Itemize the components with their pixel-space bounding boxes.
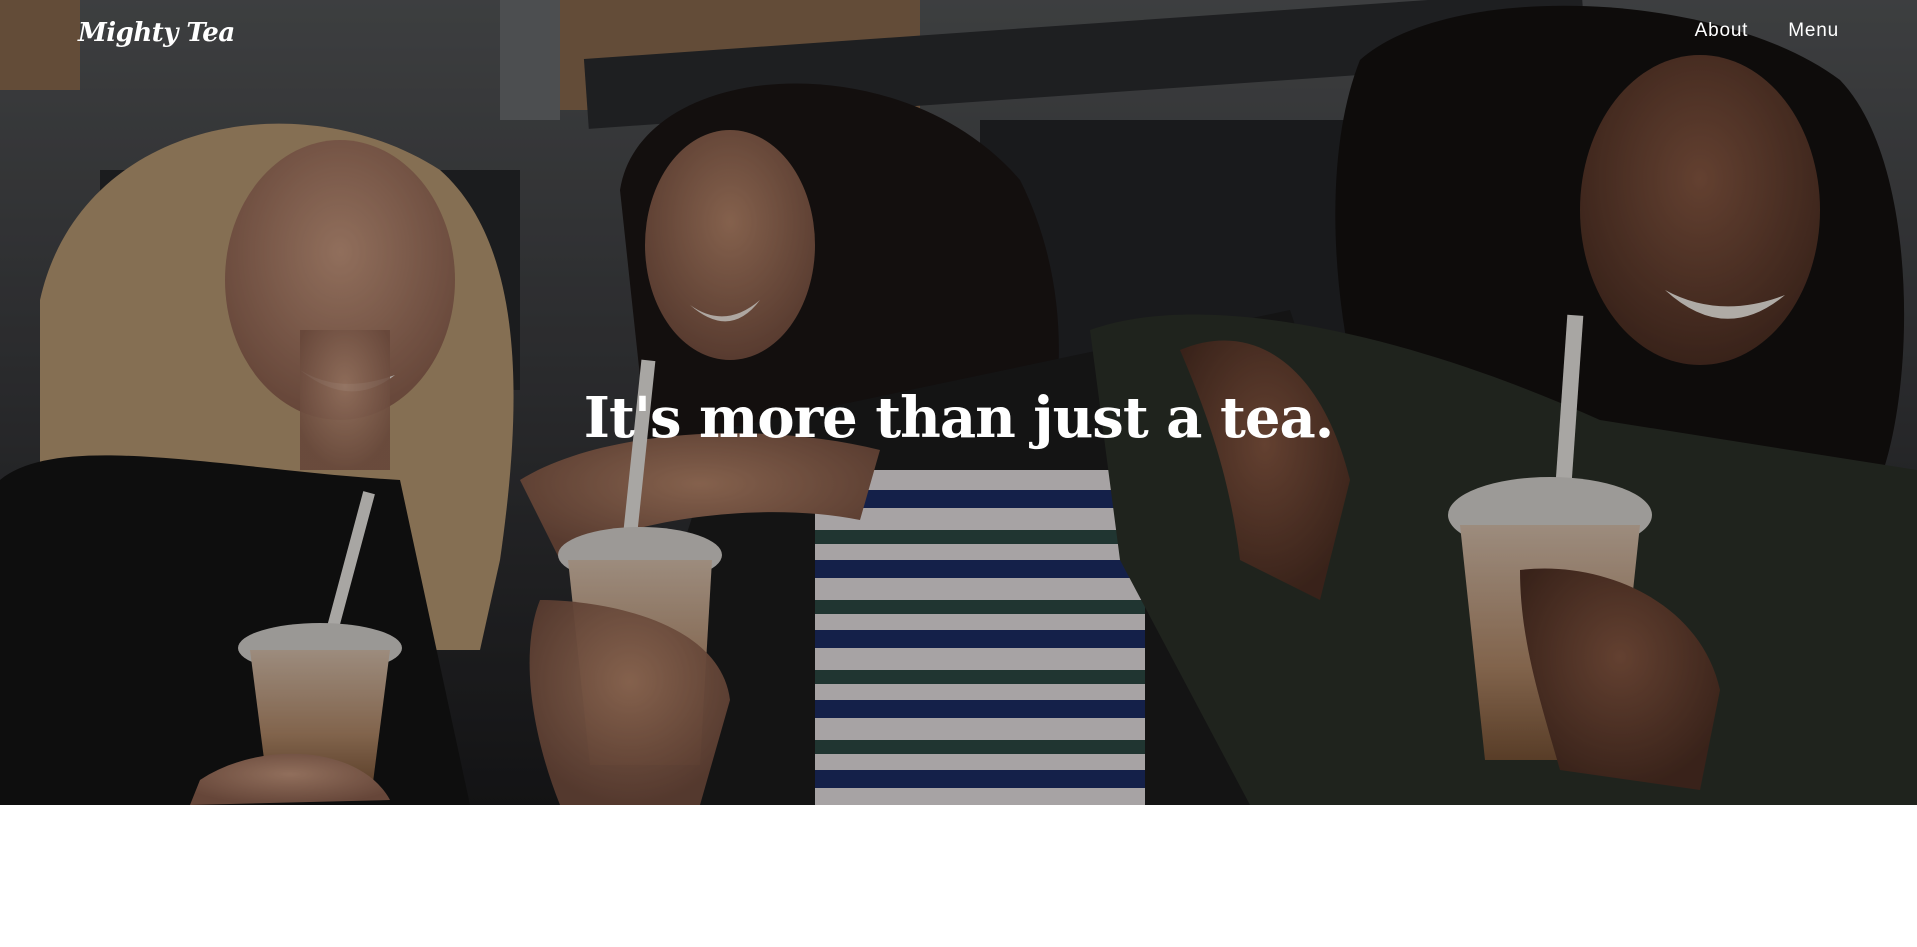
nav-item-menu[interactable]: Menu: [1788, 20, 1839, 42]
nav-item-about[interactable]: About: [1695, 20, 1749, 42]
main-nav: About Menu: [1695, 20, 1839, 42]
content-section: [0, 805, 1917, 947]
hero-section: Mighty Tea About Menu It's more than jus…: [0, 0, 1917, 805]
brand-logo[interactable]: Mighty Tea: [78, 18, 235, 48]
hero-headline: It's more than just a tea.: [583, 385, 1334, 451]
